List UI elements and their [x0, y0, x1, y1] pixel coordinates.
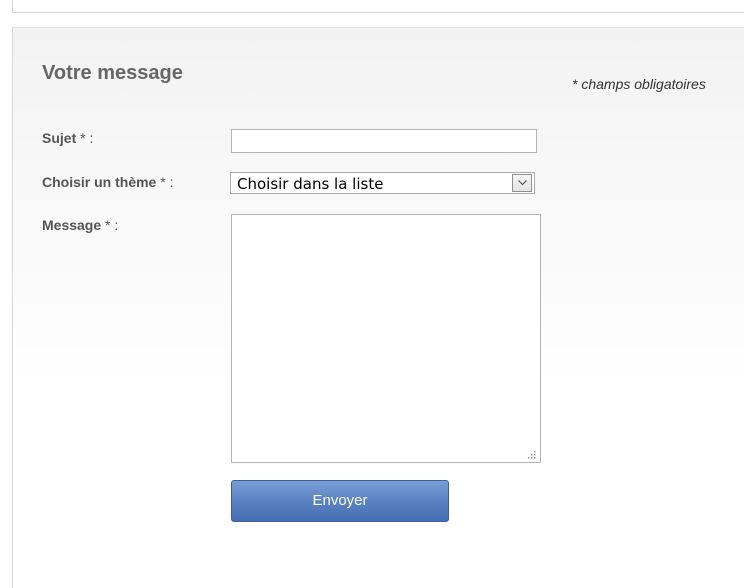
form-title: Votre message: [42, 62, 183, 84]
message-label: Message * :: [42, 217, 118, 233]
message-required-mark: * :: [101, 217, 119, 233]
subject-label-text: Sujet: [42, 130, 77, 146]
message-textarea[interactable]: [231, 214, 541, 463]
theme-label-text: Choisir un thème: [42, 174, 157, 190]
theme-select-value: Choisir dans la liste: [237, 175, 384, 193]
chevron-down-icon: [518, 180, 527, 186]
theme-required-mark: * :: [156, 174, 174, 190]
message-label-text: Message: [42, 217, 102, 233]
subject-input[interactable]: [231, 129, 537, 153]
required-fields-note: * champs obligatoires: [572, 76, 706, 92]
subject-label: Sujet * :: [42, 130, 93, 146]
theme-label: Choisir un thème * :: [42, 174, 173, 190]
top-panel: [12, 0, 744, 13]
subject-required-mark: * :: [76, 130, 94, 146]
resize-grip-icon[interactable]: [527, 450, 537, 460]
theme-select[interactable]: Choisir dans la liste: [230, 172, 535, 194]
select-dropdown-button[interactable]: [512, 174, 532, 192]
submit-button[interactable]: Envoyer: [231, 480, 449, 522]
